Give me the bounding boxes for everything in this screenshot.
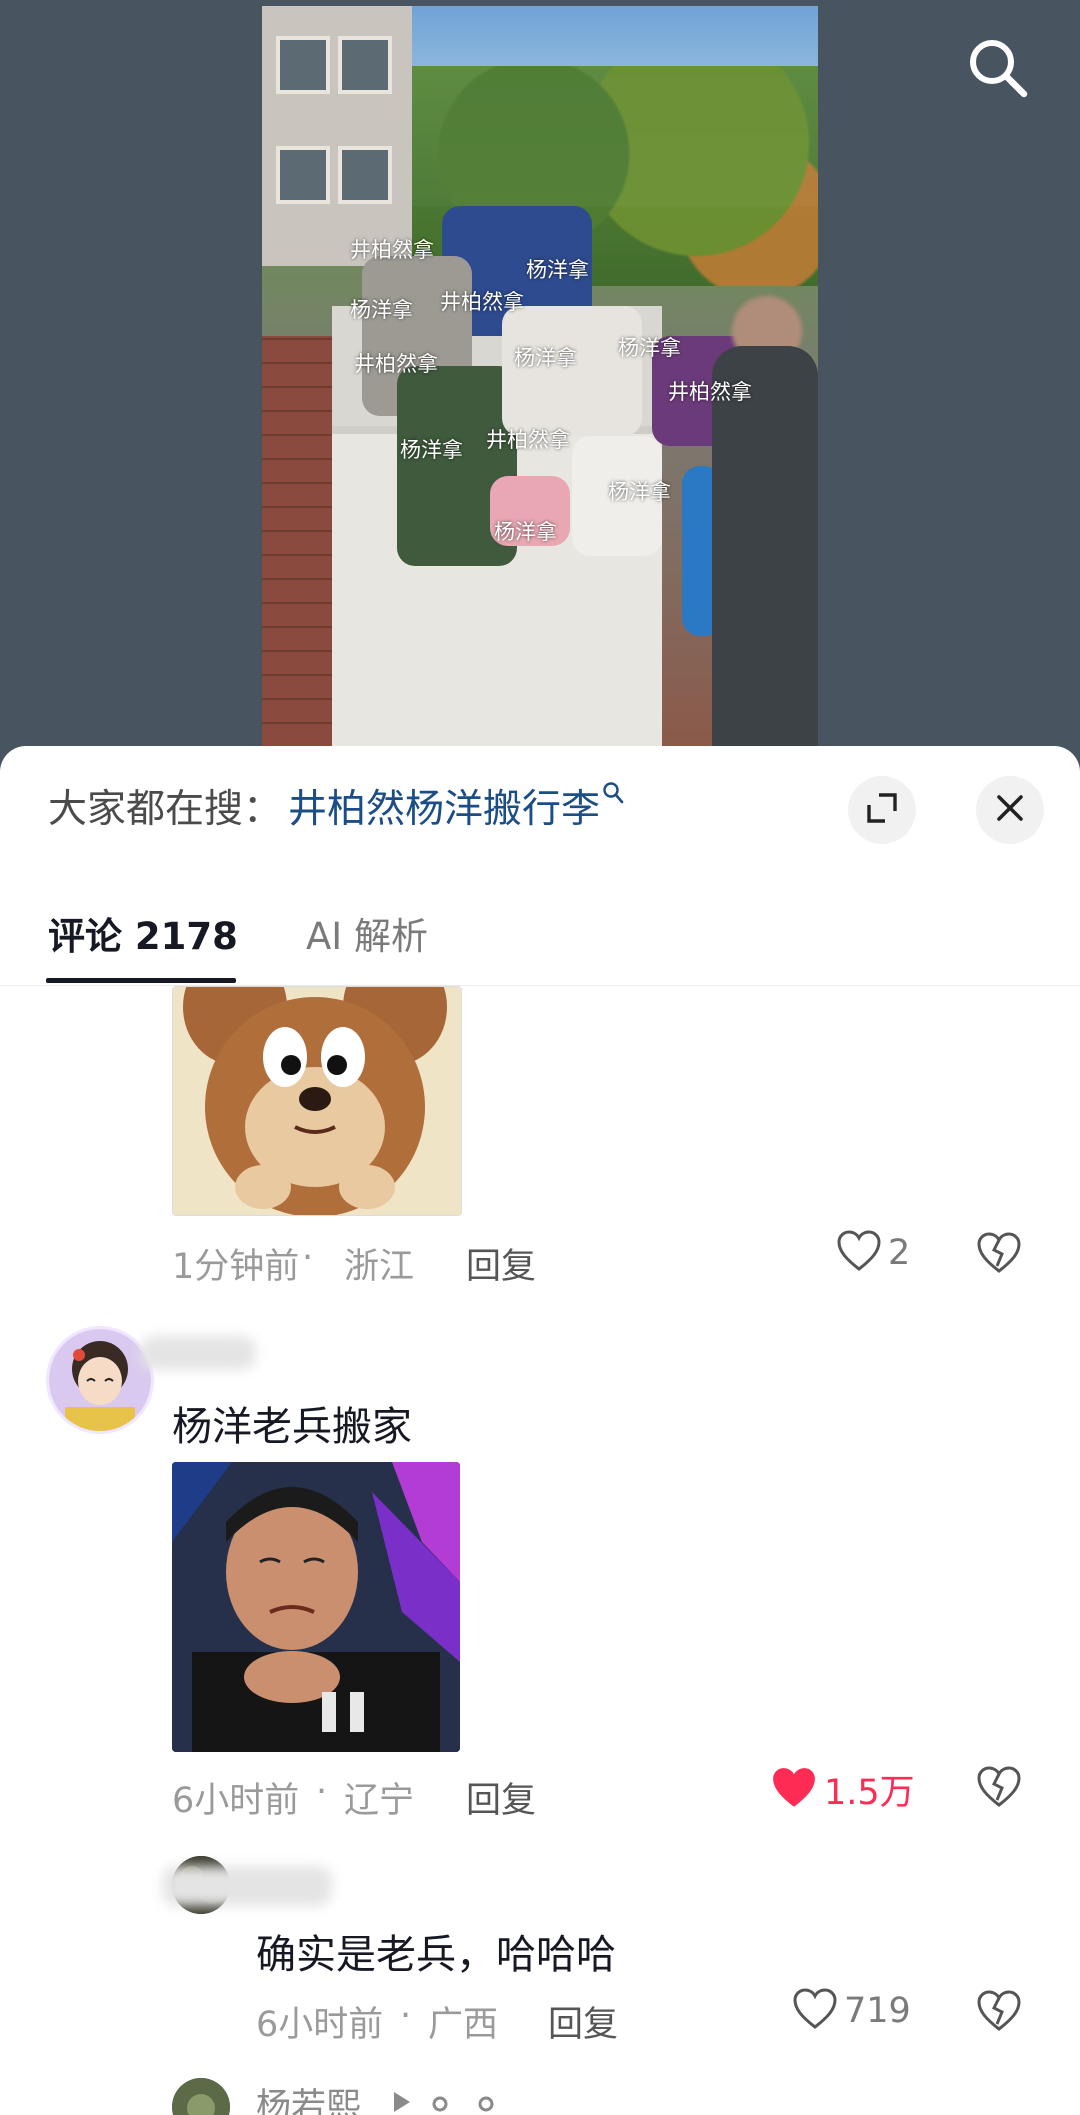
watermark-text: 杨洋拿 [618,336,681,360]
comment-time: 6小时前 [172,1781,300,1821]
dislike-broken-heart-icon[interactable] [976,1232,1022,1278]
like-count: 2 [888,1233,911,1273]
comment-separator: · [400,1996,412,2036]
watermark-text: 井柏然拿 [350,238,434,262]
comment-time: 1分钟前 [172,1247,300,1287]
like-button[interactable]: 2 [836,1230,910,1276]
hot-search-term[interactable]: 井柏然杨洋搬行李 [288,778,600,834]
dislike-broken-heart-icon[interactable] [976,1990,1022,2036]
like-button[interactable]: 719 [792,1988,911,2034]
watermark-text: 杨洋拿 [494,520,557,544]
search-small-icon [602,781,624,809]
dislike-broken-heart-icon[interactable] [976,1766,1022,1812]
heart-outline-icon [836,1230,882,1276]
video-building [262,6,412,266]
watermark-text: 杨洋拿 [514,346,577,370]
active-tab-indicator [46,978,236,983]
play-dots-icon [392,2090,502,2115]
comment-text: 杨洋老兵搬家 [172,1404,412,1450]
watermark-text: 杨洋拿 [350,298,413,322]
watermark-text: 井柏然拿 [486,428,570,452]
comment-username[interactable]: 杨若熙 [256,2078,361,2115]
avatar[interactable] [46,1326,154,1434]
video-player[interactable]: 井柏然拿 杨洋拿 杨洋拿 井柏然拿 井柏然拿 杨洋拿 杨洋拿 井柏然拿 杨洋拿 … [0,0,1080,760]
comment-location: 浙江 [344,1247,415,1287]
watermark-text: 井柏然拿 [668,380,752,404]
jerry-mouse-sticker[interactable] [172,986,462,1216]
comment-sheet: 大家都在搜： 井柏然杨洋搬行李 评论 2178 AI 解析 1分钟前 · 浙江 … [0,746,1080,2115]
close-button[interactable] [976,776,1044,844]
reply-button[interactable]: 回复 [466,1238,536,1289]
search-icon[interactable] [966,36,1030,100]
watermark-text: 杨洋拿 [608,480,671,504]
heart-outline-icon [792,1988,838,2034]
expand-icon [865,791,899,829]
video-frame[interactable]: 井柏然拿 杨洋拿 杨洋拿 井柏然拿 井柏然拿 杨洋拿 杨洋拿 井柏然拿 杨洋拿 … [262,6,818,746]
comment-separator: · [316,1772,328,1812]
watermark-text: 井柏然拿 [354,352,438,376]
heart-filled-icon [770,1766,818,1814]
like-count: 719 [844,1991,911,2031]
like-count: 1.5万 [824,1773,915,1813]
blurred-username [140,1336,256,1370]
video-person [712,346,818,746]
watermark-text: 井柏然拿 [440,290,524,314]
divider [0,985,1080,986]
reply-button[interactable]: 回复 [548,1996,618,2047]
hot-search-bar[interactable]: 大家都在搜： 井柏然杨洋搬行李 [48,776,624,836]
watermark-text: 杨洋拿 [400,438,463,462]
expand-button[interactable] [848,776,916,844]
comment-location: 辽宁 [344,1781,415,1821]
comment-time: 6小时前 [256,2005,384,2045]
comment-text: 确实是老兵，哈哈哈 [256,1932,616,1978]
like-button[interactable]: 1.5万 [770,1764,915,1815]
avatar[interactable] [172,2078,230,2115]
blurred-username [162,1866,332,1906]
comment-separator: · [302,1238,314,1278]
tab-comments[interactable]: 评论 2178 [48,906,238,960]
watermark-text: 杨洋拿 [526,258,589,282]
reply-button[interactable]: 回复 [466,1772,536,1823]
man-crying-sticker[interactable] [172,1462,460,1752]
hot-search-prefix: 大家都在搜： [48,787,283,832]
tab-ai-analysis[interactable]: AI 解析 [306,906,428,960]
close-icon [995,793,1025,827]
comment-location: 广西 [428,2005,499,2045]
